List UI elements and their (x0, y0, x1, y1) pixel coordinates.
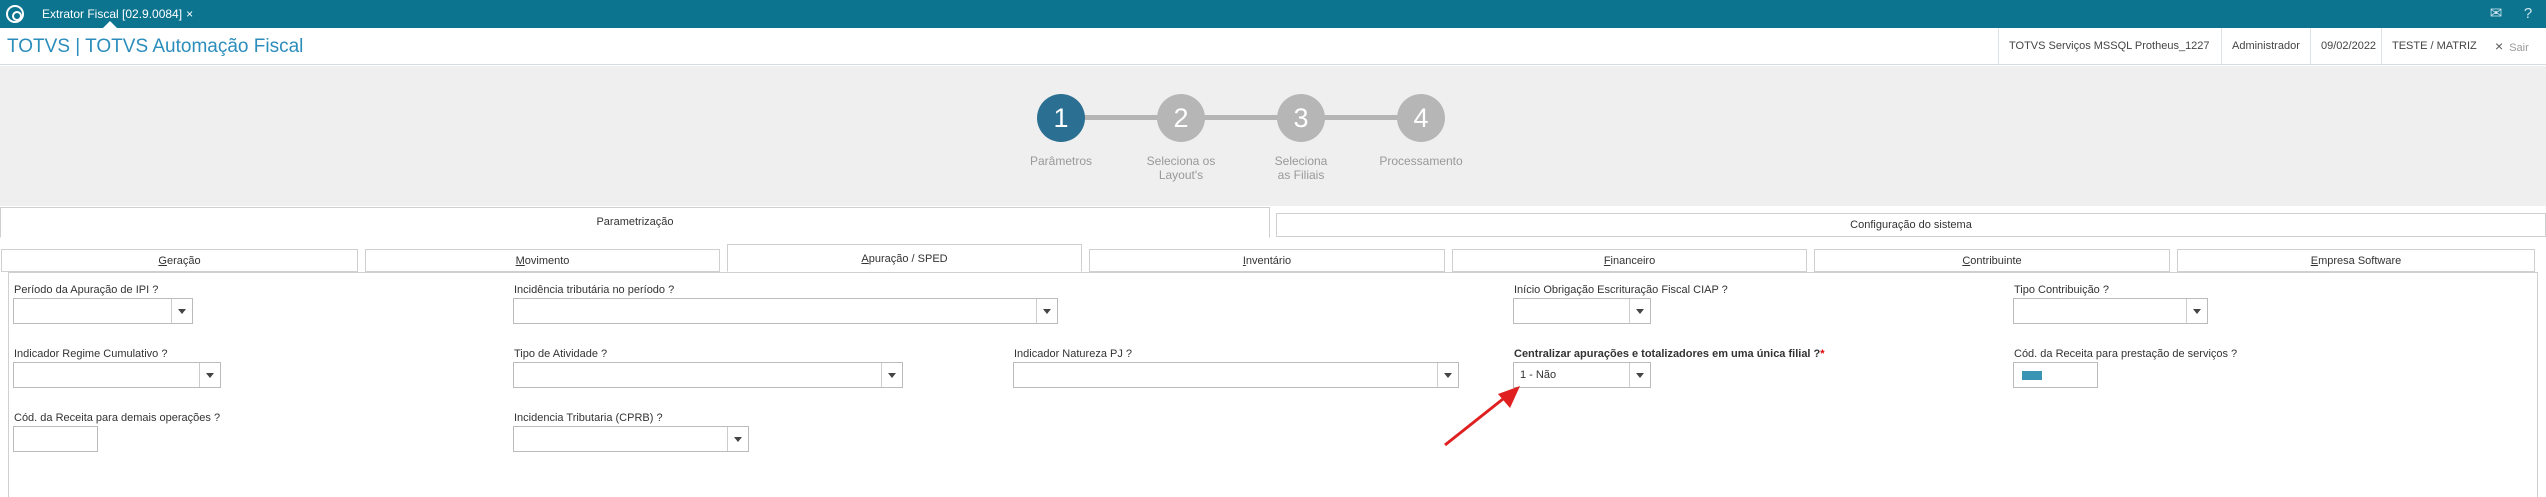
natureza-pj-label: Indicador Natureza PJ ? (1014, 348, 1133, 360)
step-1[interactable]: 1 (1037, 94, 1085, 142)
inicio-ciap-label: Início Obrigação Escrituração Fiscal CIA… (1514, 284, 1728, 296)
chevron-down-icon (727, 427, 748, 451)
cod-receita-servicos-label: Cód. da Receita para prestação de serviç… (2014, 348, 2238, 360)
chevron-down-icon (1629, 299, 1650, 323)
periodo-ipi-label: Período da Apuração de IPI ? (14, 284, 159, 296)
required-mark: * (1820, 348, 1825, 360)
help-icon[interactable]: ? (2518, 4, 2538, 24)
tab-geracao[interactable]: Geração (1, 249, 358, 272)
cod-receita-servicos-input[interactable] (2013, 362, 2098, 388)
chevron-down-icon (1036, 299, 1057, 323)
app-window: Extrator Fiscal [02.9.0084] × ✉ ? TOTVS |… (0, 0, 2546, 497)
step-4-label: Processamento (1379, 154, 1463, 168)
chevron-down-icon (171, 299, 192, 323)
lookup-icon[interactable] (2022, 371, 2042, 380)
app-header: TOTVS | TOTVS Automação Fiscal TOTVS Ser… (0, 28, 2546, 65)
regime-cumulativo-select[interactable] (13, 362, 221, 388)
annotation-arrow-icon (1444, 386, 1520, 447)
window-tab-title: Extrator Fiscal [02.9.0084] (42, 7, 183, 21)
tab-empresa-access-key: E (2310, 255, 2319, 267)
tab-empresa-software[interactable]: Empresa Software (2177, 249, 2535, 272)
tab-movimento-label: ovimento (524, 255, 570, 267)
user-info: Administrador (2221, 28, 2310, 64)
tab-configuracao-sistema[interactable]: Configuração do sistema (1276, 213, 2546, 237)
cprb-select[interactable] (513, 426, 749, 452)
tab-financeiro-access-key: F (1603, 255, 1611, 267)
chevron-down-icon (199, 363, 220, 387)
tab-inventario-label: nventário (1245, 255, 1292, 267)
window-tab-close-icon[interactable]: × (186, 7, 193, 21)
step-1-label: Parâmetros (1029, 154, 1093, 168)
tab-apuracao-label: puração / SPED (868, 253, 948, 265)
page-title: TOTVS | TOTVS Automação Fiscal (7, 36, 304, 57)
incidencia-label: Incidência tributária no período ? (514, 284, 675, 296)
totvs-logo-icon[interactable] (6, 5, 24, 23)
tab-financeiro-label: inanceiro (1610, 255, 1656, 267)
centralizar-select[interactable]: 1 - Não (1513, 362, 1651, 388)
window-tab[interactable]: Extrator Fiscal [02.9.0084] × (34, 3, 201, 25)
incidencia-select[interactable] (513, 298, 1058, 324)
periodo-ipi-select[interactable] (13, 298, 193, 324)
wizard-stepper (0, 66, 2546, 206)
step-2-label: Seleciona os Layout's (1146, 154, 1216, 182)
tab-geracao-access-key: G (158, 255, 167, 267)
step-3-label: Seleciona as Filiais (1274, 154, 1328, 182)
tipo-contribuicao-select[interactable] (2013, 298, 2208, 324)
active-tab-caret (103, 21, 117, 28)
tipo-atividade-select[interactable] (513, 362, 903, 388)
exit-label: Sair (2509, 42, 2529, 54)
tab-contribuinte[interactable]: Contribuinte (1814, 249, 2170, 272)
environment-info: TOTVS Serviços MSSQL Protheus_1227 (1998, 28, 2220, 64)
natureza-pj-select[interactable] (1013, 362, 1459, 388)
inicio-ciap-select[interactable] (1513, 298, 1651, 324)
exit-button[interactable]: × Sair (2495, 28, 2529, 64)
step-4[interactable]: 4 (1397, 94, 1445, 142)
centralizar-label: Centralizar apurações e totalizadores em… (1514, 348, 1825, 360)
top-tab-bar: Extrator Fiscal [02.9.0084] × ✉ ? (0, 0, 2546, 28)
tipo-contribuicao-label: Tipo Contribuição ? (2014, 284, 2109, 296)
tipo-atividade-label: Tipo de Atividade ? (514, 348, 608, 360)
date-info: 09/02/2022 (2310, 28, 2386, 64)
tab-inventario[interactable]: Inventário (1089, 249, 1445, 272)
tab-movimento[interactable]: Movimento (365, 249, 720, 272)
centralizar-label-text: Centralizar apurações e totalizadores em… (1514, 348, 1821, 360)
cod-receita-demais-input[interactable] (13, 426, 98, 452)
tab-parametrizacao[interactable]: Parametrização (0, 207, 1270, 238)
cprb-label: Incidencia Tributaria (CPRB) ? (514, 412, 663, 424)
tab-movimento-access-key: M (515, 255, 525, 267)
chevron-down-icon (2186, 299, 2207, 323)
tab-apuracao-access-key: A (861, 253, 869, 265)
tab-financeiro[interactable]: Financeiro (1452, 249, 1807, 272)
tab-geracao-label: eração (166, 255, 201, 267)
mail-icon[interactable]: ✉ (2486, 4, 2506, 24)
tab-apuracao-sped[interactable]: Apuração / SPED (727, 244, 1082, 272)
chevron-down-icon (881, 363, 902, 387)
step-3[interactable]: 3 (1277, 94, 1325, 142)
tab-contribuinte-label: ontribuinte (1970, 255, 2022, 267)
tab-empresa-label: mpresa Software (2318, 255, 2402, 267)
chevron-down-icon (1629, 363, 1650, 387)
step-2[interactable]: 2 (1157, 94, 1205, 142)
cod-receita-demais-label: Cód. da Receita para demais operações ? (14, 412, 221, 424)
regime-cumulativo-label: Indicador Regime Cumulativo ? (14, 348, 168, 360)
branch-info: TESTE / MATRIZ (2381, 28, 2487, 64)
close-icon: × (2495, 38, 2504, 54)
